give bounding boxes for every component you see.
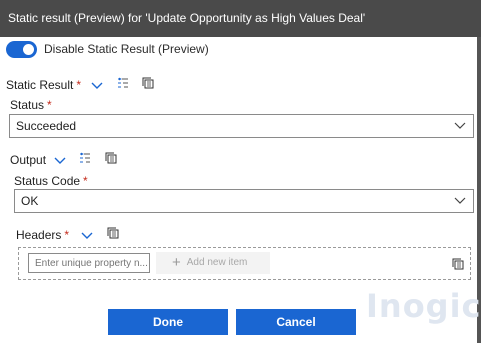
- add-new-item-label: Add new item: [186, 257, 248, 268]
- headers-label: Headers *: [16, 228, 69, 242]
- required-mark: *: [76, 78, 82, 92]
- required-mark: *: [83, 174, 88, 188]
- list-edit-icon[interactable]: [79, 152, 91, 164]
- static-result-label: Static Result *: [6, 78, 81, 92]
- status-select-value: Succeeded: [16, 119, 77, 133]
- chevron-down-icon[interactable]: [91, 79, 103, 91]
- chevron-down-icon[interactable]: [54, 154, 66, 166]
- chevron-down-icon: [454, 122, 466, 129]
- list-edit-icon[interactable]: [117, 77, 129, 89]
- inogic-watermark: Inogic: [366, 287, 481, 325]
- status-select[interactable]: Succeeded: [9, 114, 474, 138]
- status-code-select[interactable]: OK: [14, 189, 474, 213]
- copy-icon[interactable]: [107, 227, 119, 239]
- add-new-item-button[interactable]: + Add new item: [156, 252, 270, 274]
- required-mark: *: [47, 98, 52, 112]
- copy-icon[interactable]: [452, 258, 464, 270]
- headers-label-text: Headers: [16, 228, 62, 242]
- status-label-text: Status: [10, 98, 45, 112]
- done-button[interactable]: Done: [108, 309, 228, 335]
- status-label: Status *: [10, 98, 52, 112]
- static-result-label-text: Static Result: [6, 78, 74, 92]
- dialog-title: Static result (Preview) for 'Update Oppo…: [0, 0, 481, 37]
- required-mark: *: [64, 228, 70, 242]
- status-code-label-text: Status Code: [14, 174, 81, 188]
- disable-static-result-toggle[interactable]: [6, 41, 37, 58]
- property-name-input[interactable]: [28, 253, 150, 273]
- chevron-down-icon: [454, 197, 466, 204]
- toggle-knob: [23, 44, 34, 55]
- status-code-label: Status Code *: [14, 174, 88, 188]
- status-code-select-value: OK: [21, 194, 39, 208]
- cancel-button[interactable]: Cancel: [236, 309, 356, 335]
- output-label: Output: [10, 153, 47, 167]
- plus-icon: +: [172, 254, 181, 271]
- copy-icon[interactable]: [105, 152, 117, 164]
- toggle-label: Disable Static Result (Preview): [44, 42, 209, 56]
- chevron-down-icon[interactable]: [81, 229, 93, 241]
- copy-icon[interactable]: [142, 77, 154, 89]
